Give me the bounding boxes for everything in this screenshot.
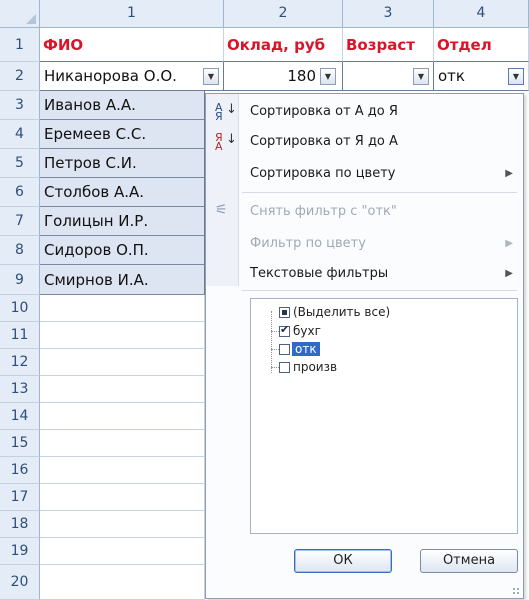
empty-cell[interactable] (40, 376, 205, 403)
triangle-right-icon: ▶ (505, 268, 513, 279)
row-header[interactable]: 9 (0, 265, 40, 295)
name-cell[interactable]: Голицын И.Р. (40, 207, 205, 236)
name-cell[interactable]: Иванов А.А. (40, 91, 205, 120)
resize-grip-icon[interactable] (512, 587, 520, 595)
row-header[interactable]: 15 (0, 430, 40, 457)
row-header[interactable]: 11 (0, 322, 40, 349)
down-arrow-icon: ↓ (226, 132, 237, 147)
column-header-2[interactable]: 2 (224, 0, 343, 28)
filter-value-list[interactable]: (Выделить все) бухг отк произв (250, 298, 518, 534)
cancel-button[interactable]: Отмена (420, 549, 518, 573)
empty-cell[interactable] (40, 349, 205, 376)
column-header-4[interactable]: 4 (434, 0, 529, 28)
row-header[interactable]: 13 (0, 376, 40, 403)
tree-connector (271, 331, 279, 332)
chevron-down-icon[interactable]: ▼ (413, 68, 429, 85)
name-cell[interactable]: Еремеев С.С. (40, 120, 205, 149)
checkbox[interactable] (279, 362, 290, 373)
sort-za-icon: ЯА (215, 131, 223, 153)
column-header-1[interactable]: 1 (40, 0, 224, 28)
menu-item-clear-filter[interactable]: ⚟ Снять фильтр с "отк" (206, 198, 523, 224)
menu-item-sort-by-color[interactable]: Сортировка по цвету ▶ (206, 160, 523, 186)
triangle-right-icon: ▶ (505, 238, 513, 249)
empty-cell[interactable] (40, 457, 205, 484)
row-header[interactable]: 3 (0, 91, 40, 120)
header-fio[interactable]: ФИО (40, 28, 224, 62)
row-header[interactable]: 2 (0, 62, 40, 91)
header-dept[interactable]: Отдел (434, 28, 529, 62)
row-header[interactable]: 20 (0, 565, 40, 600)
row-header[interactable]: 18 (0, 511, 40, 538)
row-header[interactable]: 17 (0, 484, 40, 511)
filter-cell-name[interactable]: Никанорова О.О. (40, 62, 224, 91)
checkbox[interactable] (279, 323, 290, 337)
row-header[interactable]: 14 (0, 403, 40, 430)
name-cell[interactable]: Петров С.И. (40, 149, 205, 178)
empty-cell[interactable] (40, 295, 205, 322)
row-header[interactable]: 7 (0, 207, 40, 236)
menu-item-sort-za[interactable]: ЯА ↓ Сортировка от Я до А (206, 128, 523, 154)
row-header[interactable]: 10 (0, 295, 40, 322)
menu-item-sort-az[interactable]: АЯ ↓ Сортировка от А до Я (206, 98, 523, 124)
chevron-down-icon[interactable]: ▼ (320, 68, 336, 85)
row-header[interactable]: 4 (0, 120, 40, 149)
name-cell[interactable]: Смирнов И.А. (40, 265, 205, 295)
chevron-down-icon[interactable]: ▼ (508, 68, 524, 85)
empty-cell[interactable] (40, 403, 205, 430)
empty-cell[interactable] (40, 511, 205, 538)
column-header-3[interactable]: 3 (343, 0, 434, 28)
row-header[interactable]: 19 (0, 538, 40, 565)
tree-connector (271, 367, 279, 368)
checkbox[interactable] (279, 344, 290, 355)
menu-separator (242, 290, 517, 291)
name-cell[interactable]: Столбов А.А. (40, 178, 205, 207)
down-arrow-icon: ↓ (226, 102, 237, 117)
empty-cell[interactable] (40, 322, 205, 349)
chevron-down-icon[interactable]: ▼ (203, 68, 219, 85)
header-salary[interactable]: Оклад, руб (224, 28, 343, 62)
empty-cell[interactable] (40, 565, 205, 600)
row-header[interactable]: 6 (0, 178, 40, 207)
menu-item-text-filters[interactable]: Текстовые фильтры ▶ (206, 260, 523, 286)
menu-item-filter-by-color[interactable]: Фильтр по цвету ▶ (206, 230, 523, 256)
select-all-corner[interactable] (0, 0, 40, 28)
triangle-right-icon: ▶ (505, 168, 513, 179)
empty-cell[interactable] (40, 484, 205, 511)
tree-connector (271, 349, 279, 350)
row-header[interactable]: 12 (0, 349, 40, 376)
ok-button[interactable]: ОК (294, 549, 392, 573)
autofilter-dropdown[interactable]: АЯ ↓ Сортировка от А до Я ЯА ↓ Сортировк… (205, 93, 524, 599)
row-header[interactable]: 5 (0, 149, 40, 178)
sort-az-icon: АЯ (215, 101, 223, 123)
empty-cell[interactable] (40, 430, 205, 457)
empty-cell[interactable] (40, 538, 205, 565)
row-header[interactable]: 1 (0, 28, 40, 62)
row-header[interactable]: 16 (0, 457, 40, 484)
name-cell[interactable]: Сидоров О.П. (40, 236, 205, 265)
checkbox[interactable] (279, 307, 290, 318)
header-age[interactable]: Возраст (343, 28, 434, 62)
row-header[interactable]: 8 (0, 236, 40, 265)
tree-connector (271, 311, 272, 373)
funnel-clear-icon: ⚟ (215, 202, 228, 218)
menu-separator (242, 192, 517, 193)
